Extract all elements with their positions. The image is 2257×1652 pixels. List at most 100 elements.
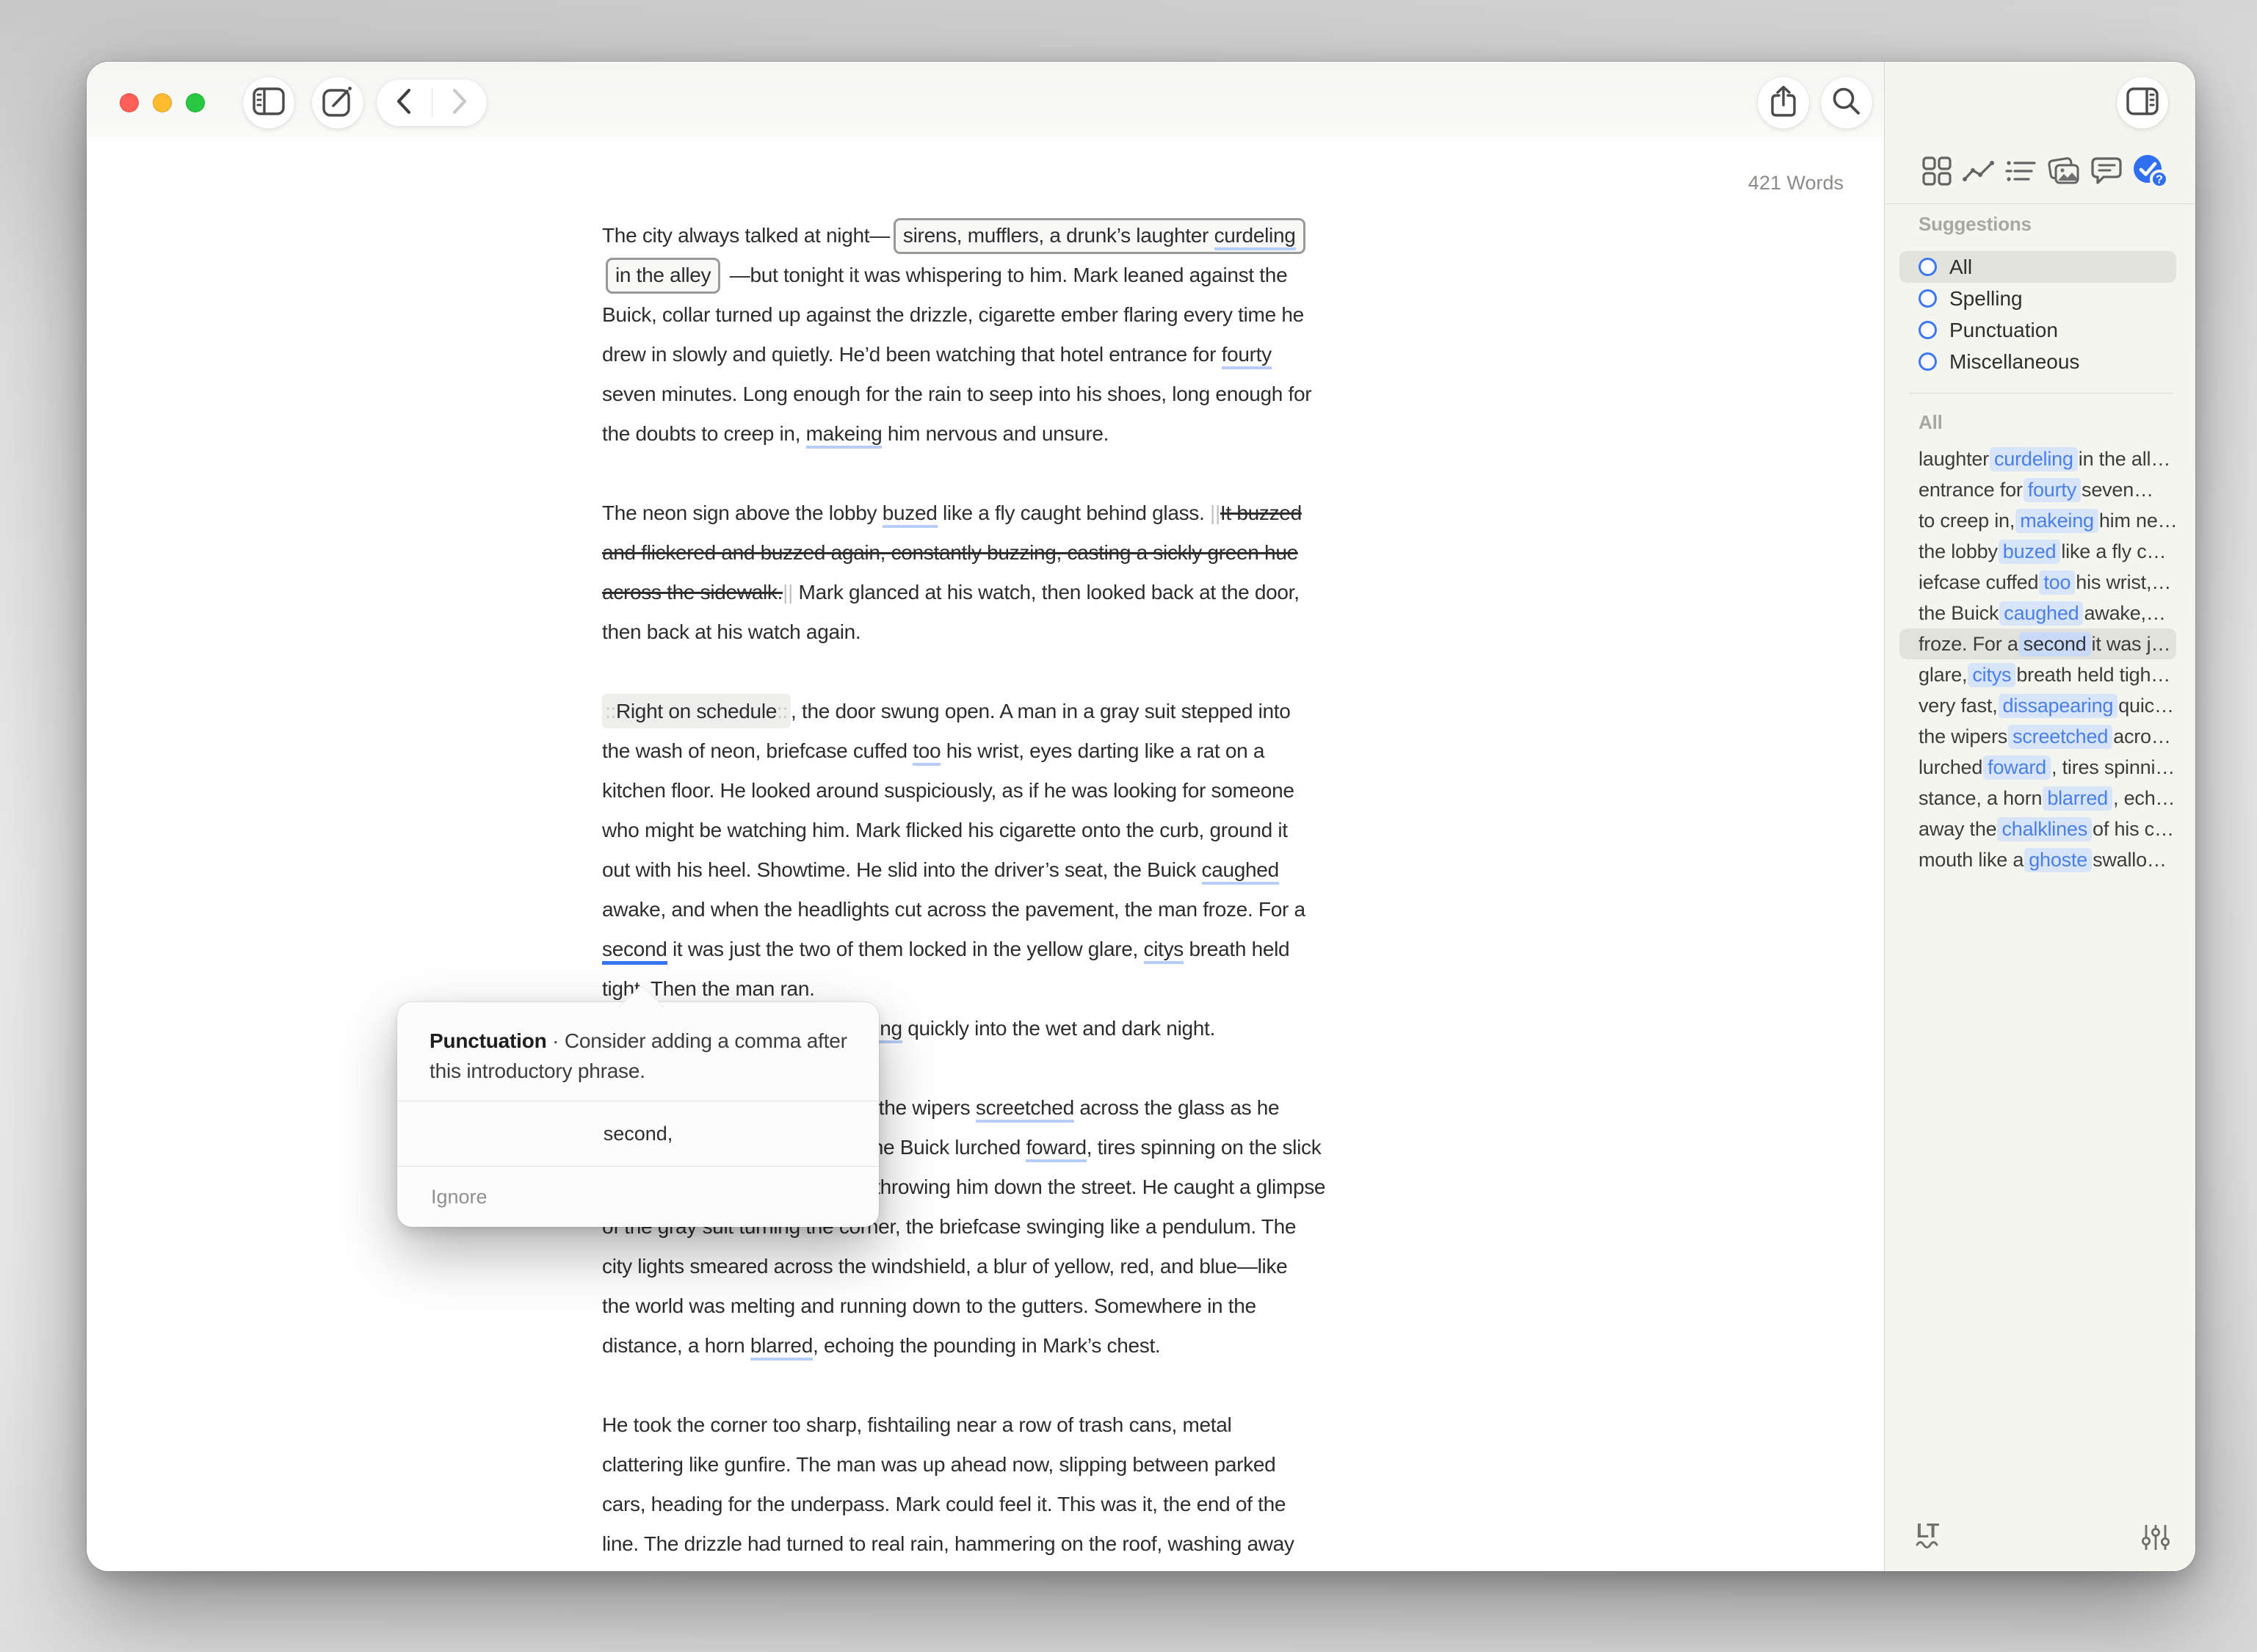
- filter-sliders-icon[interactable]: [2141, 1523, 2170, 1552]
- text-segment: then back at his watch again.: [602, 620, 861, 643]
- filter-punctuation[interactable]: Punctuation: [1899, 314, 2176, 346]
- compose-icon: [321, 84, 355, 122]
- text-segment: , the door swung open. A man in a gray s…: [791, 700, 1291, 722]
- filter-label: Spelling: [1949, 287, 2023, 311]
- item-text: stance, a horn: [1919, 787, 2042, 810]
- suggestion-item[interactable]: iefcase cuffed too his wrist,…: [1899, 567, 2176, 598]
- item-text: in the all…: [2079, 448, 2170, 471]
- paragraph[interactable]: The neon sign above the lobby buzed like…: [602, 493, 1325, 652]
- zoom-button[interactable]: [186, 93, 205, 112]
- search-button[interactable]: [1821, 77, 1872, 128]
- right-panel-toggle-button[interactable]: [2117, 77, 2168, 128]
- suggestion-list: laughter curdeling in the all…entrance f…: [1899, 443, 2176, 875]
- text-segment: seven minutes. Long enough for the rain …: [602, 383, 1311, 405]
- photos-icon[interactable]: [2047, 156, 2081, 186]
- text-segment: across the glass as he: [1074, 1096, 1279, 1119]
- paragraph[interactable]: ::Right on schedule::, the door swung op…: [602, 692, 1325, 1048]
- minimize-button[interactable]: [153, 93, 172, 112]
- text-segment: the wash of neon, briefcase cuffed: [602, 739, 913, 762]
- outline-list-icon[interactable]: [2005, 158, 2037, 184]
- text-segment-u: foward: [1026, 1136, 1086, 1162]
- suggestion-item[interactable]: the Buick caughed awake,…: [1899, 598, 2176, 628]
- list-header: All: [1919, 411, 1943, 434]
- text-segment: drew in slowly and quietly. He’d been wa…: [602, 343, 1222, 366]
- text-segment: his wrist, eyes darting like a rat on a: [941, 739, 1264, 762]
- suggestion-item[interactable]: very fast, dissapearing quic…: [1899, 690, 2176, 721]
- text-segment: kitchen floor. He looked around suspicio…: [602, 779, 1294, 802]
- item-text: lurched: [1919, 756, 1982, 779]
- word-count: 421 Words: [1748, 172, 1844, 195]
- suggestion-item[interactable]: laughter curdeling in the all…: [1899, 443, 2176, 474]
- forward-chevron-icon: [451, 87, 468, 119]
- text-segment: quickly into the wet and dark night.: [902, 1017, 1215, 1040]
- suggestion-item[interactable]: mouth like a ghoste swallo…: [1899, 844, 2176, 875]
- filter-spelling[interactable]: Spelling: [1899, 283, 2176, 314]
- popover-suggestion-button[interactable]: second,: [397, 1101, 879, 1166]
- item-text: the lobby: [1919, 540, 1998, 563]
- search-icon: [1830, 85, 1863, 121]
- nav-buttons: [377, 79, 487, 126]
- close-button[interactable]: [120, 93, 139, 112]
- text-segment: in the alley: [615, 264, 711, 286]
- share-button[interactable]: [1758, 77, 1809, 128]
- text-segment: the doubts to creep in,: [602, 422, 806, 445]
- progress-chart-icon[interactable]: [1962, 158, 1996, 184]
- text-segment: like a fly caught behind glass.: [938, 501, 1210, 524]
- suggestion-item[interactable]: away the chalklines of his c…: [1899, 814, 2176, 844]
- text-segment: , tires spinning on the slick: [1087, 1136, 1322, 1159]
- comments-icon[interactable]: [2090, 156, 2123, 186]
- suggestion-item[interactable]: lurched foward, tires spinni…: [1899, 752, 2176, 783]
- flagged-word: caughed: [1999, 601, 2083, 626]
- item-text: entrance for: [1919, 479, 2023, 501]
- item-text: it was j…: [2092, 633, 2171, 656]
- suggestion-item[interactable]: the lobby buzed like a fly c…: [1899, 536, 2176, 567]
- languagetool-icon[interactable]: LT: [1916, 1520, 1951, 1552]
- suggestion-item[interactable]: froze. For a second it was j…: [1899, 628, 2176, 659]
- item-text: , ech…: [2113, 787, 2175, 810]
- item-text: him ne…: [2099, 510, 2176, 532]
- item-text: very fast,: [1919, 695, 1998, 717]
- desktop: 421 Words The city always talked at nigh…: [0, 0, 2257, 1652]
- filter-all[interactable]: All: [1899, 251, 2176, 283]
- flagged-word: fourty: [2024, 478, 2081, 502]
- text-segment-sym: ||: [1210, 501, 1220, 524]
- sidebar-toggle-button[interactable]: [243, 77, 294, 128]
- suggestion-item[interactable]: the wipers screetched acro…: [1899, 721, 2176, 752]
- paragraph[interactable]: The city always talked at night—sirens, …: [602, 216, 1325, 454]
- paragraph[interactable]: He took the corner too sharp, fishtailin…: [602, 1405, 1325, 1564]
- suggestion-item[interactable]: glare, citys breath held tigh…: [1899, 659, 2176, 690]
- editor-area[interactable]: 421 Words The city always talked at nigh…: [87, 137, 1885, 1571]
- popover-message: Punctuation · Consider adding a comma af…: [397, 1002, 879, 1101]
- right-panel-toggle-icon: [2126, 87, 2159, 119]
- suggestion-item[interactable]: entrance for fourty seven…: [1899, 474, 2176, 505]
- text-segment: cars, heading for the underpass. Mark co…: [602, 1493, 1286, 1515]
- text-segment: , echoing the pounding in Mark’s chest.: [813, 1334, 1160, 1357]
- svg-text:?: ?: [2156, 174, 2163, 186]
- text-segment-strike: and flickered and buzzed again, constant…: [602, 541, 1298, 564]
- item-text: of his c…: [2093, 818, 2174, 841]
- flagged-word: too: [2039, 570, 2075, 595]
- flagged-word: dissapearing: [1999, 694, 2118, 718]
- text-segment: Buick, collar turned up against the driz…: [602, 303, 1304, 326]
- text-segment: who might be watching him. Mark flicked …: [602, 819, 1288, 841]
- popover-ignore-button[interactable]: Ignore: [397, 1167, 879, 1227]
- flagged-word: ghoste: [2024, 848, 2092, 872]
- text-segment-box: sirens, mufflers, a drunk’s laughter cur…: [894, 218, 1305, 254]
- item-text: laughter: [1919, 448, 1989, 471]
- compose-button[interactable]: [312, 77, 363, 128]
- proofing-check-icon[interactable]: ?: [2132, 153, 2169, 189]
- item-text: acro…: [2113, 725, 2171, 748]
- suggestion-item[interactable]: stance, a horn blarred, ech…: [1899, 783, 2176, 814]
- sidebar-footer: LT: [1916, 1520, 2170, 1552]
- text-segment-mark: ::Right on schedule::: [602, 694, 791, 728]
- dashboard-grid-icon[interactable]: [1921, 156, 1952, 186]
- back-button[interactable]: [377, 87, 432, 119]
- text-segment-u: citys: [1144, 938, 1184, 964]
- filter-miscellaneous[interactable]: Miscellaneous: [1899, 346, 2176, 377]
- item-text: breath held tigh…: [2016, 664, 2170, 686]
- suggestion-item[interactable]: to creep in, makeing him ne…: [1899, 505, 2176, 536]
- item-text: , tires spinni…: [2051, 756, 2175, 779]
- item-text: like a fly c…: [2061, 540, 2166, 563]
- forward-button[interactable]: [432, 87, 488, 119]
- editor-text[interactable]: The city always talked at night—sirens, …: [602, 216, 1325, 1571]
